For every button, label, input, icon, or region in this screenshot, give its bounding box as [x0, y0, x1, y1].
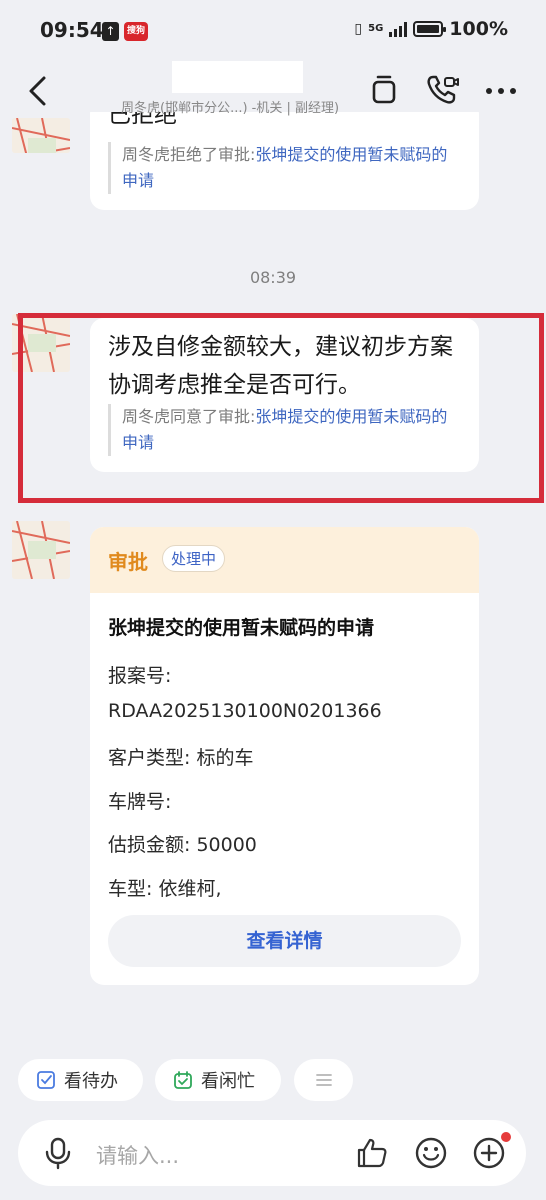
approval-quote: 周冬虎拒绝了审批:张坤提交的使用暂未赋码的申请	[108, 142, 462, 194]
status-time: 09:54	[40, 18, 104, 42]
highlight-box	[18, 313, 544, 503]
battery-icon	[413, 21, 447, 37]
message-timestamp: 08:39	[249, 268, 297, 287]
map-avatar-icon	[12, 118, 70, 153]
field-estimated-loss: 估损金额: 50000	[108, 834, 257, 856]
signal-icon	[389, 21, 408, 37]
menu-lines-icon	[315, 1074, 332, 1086]
emoji-icon[interactable]	[413, 1135, 449, 1171]
quick-action-label: 看待办	[64, 1071, 118, 1092]
battery-level: 100%	[449, 18, 508, 40]
sender-avatar[interactable]	[12, 521, 70, 579]
thumbs-up-icon[interactable]	[354, 1135, 390, 1171]
quick-action-todo[interactable]: 看待办	[18, 1059, 143, 1101]
microphone-icon[interactable]	[40, 1135, 76, 1171]
field-case-number-label: 报案号:	[108, 665, 172, 687]
upload-notification-icon: ↑	[102, 22, 119, 41]
vibrate-icon: ▯	[354, 21, 363, 37]
calendar-check-icon	[174, 1071, 192, 1089]
quick-action-availability[interactable]: 看闲忙	[155, 1059, 281, 1101]
app-notification-icon: 搜狗	[124, 22, 148, 41]
title-redacted-area	[172, 61, 303, 93]
copy-icon[interactable]	[367, 72, 401, 106]
sender-avatar[interactable]	[12, 118, 70, 153]
phone-video-icon[interactable]	[425, 72, 459, 106]
quick-action-menu[interactable]	[294, 1059, 353, 1101]
status-badge: 处理中	[162, 545, 226, 572]
map-avatar-icon	[12, 521, 70, 579]
more-options-icon[interactable]	[484, 72, 518, 106]
back-arrow-icon[interactable]	[22, 74, 56, 108]
chat-subtitle: 周冬虎(邯郸市分公...) -机关 | 副经理)	[121, 101, 340, 116]
approval-title: 张坤提交的使用暂未赋码的申请	[108, 617, 375, 639]
field-vehicle-model: 车型: 依维柯,	[108, 878, 222, 900]
notification-dot	[501, 1132, 511, 1142]
field-case-number-value: RDAA2025130100N0201366	[108, 700, 382, 722]
approval-card-header: 审批 处理中	[90, 527, 479, 593]
approval-tag: 审批	[108, 550, 148, 574]
status-bar: 09:54 ↑ 搜狗 ▯ 5G 100%	[0, 0, 546, 62]
network-type: 5G	[368, 23, 384, 34]
todo-check-icon	[37, 1071, 55, 1089]
field-plate-number: 车牌号:	[108, 791, 172, 813]
field-customer-type: 客户类型: 标的车	[108, 747, 254, 769]
message-input-bar	[18, 1120, 526, 1186]
status-right-group: ▯ 5G 100%	[354, 18, 508, 40]
approval-card[interactable]: 审批 处理中 张坤提交的使用暂未赋码的申请 报案号: RDAA202513010…	[90, 527, 479, 985]
view-details-button[interactable]: 查看详情	[108, 915, 461, 967]
quick-action-label: 看闲忙	[201, 1071, 255, 1092]
message-input[interactable]: 请输入...	[96, 1140, 179, 1170]
quote-prefix: 周冬虎拒绝了审批:	[122, 145, 256, 164]
message-bubble-rejected[interactable]: 已拒绝 周冬虎拒绝了审批:张坤提交的使用暂未赋码的申请	[90, 100, 479, 210]
